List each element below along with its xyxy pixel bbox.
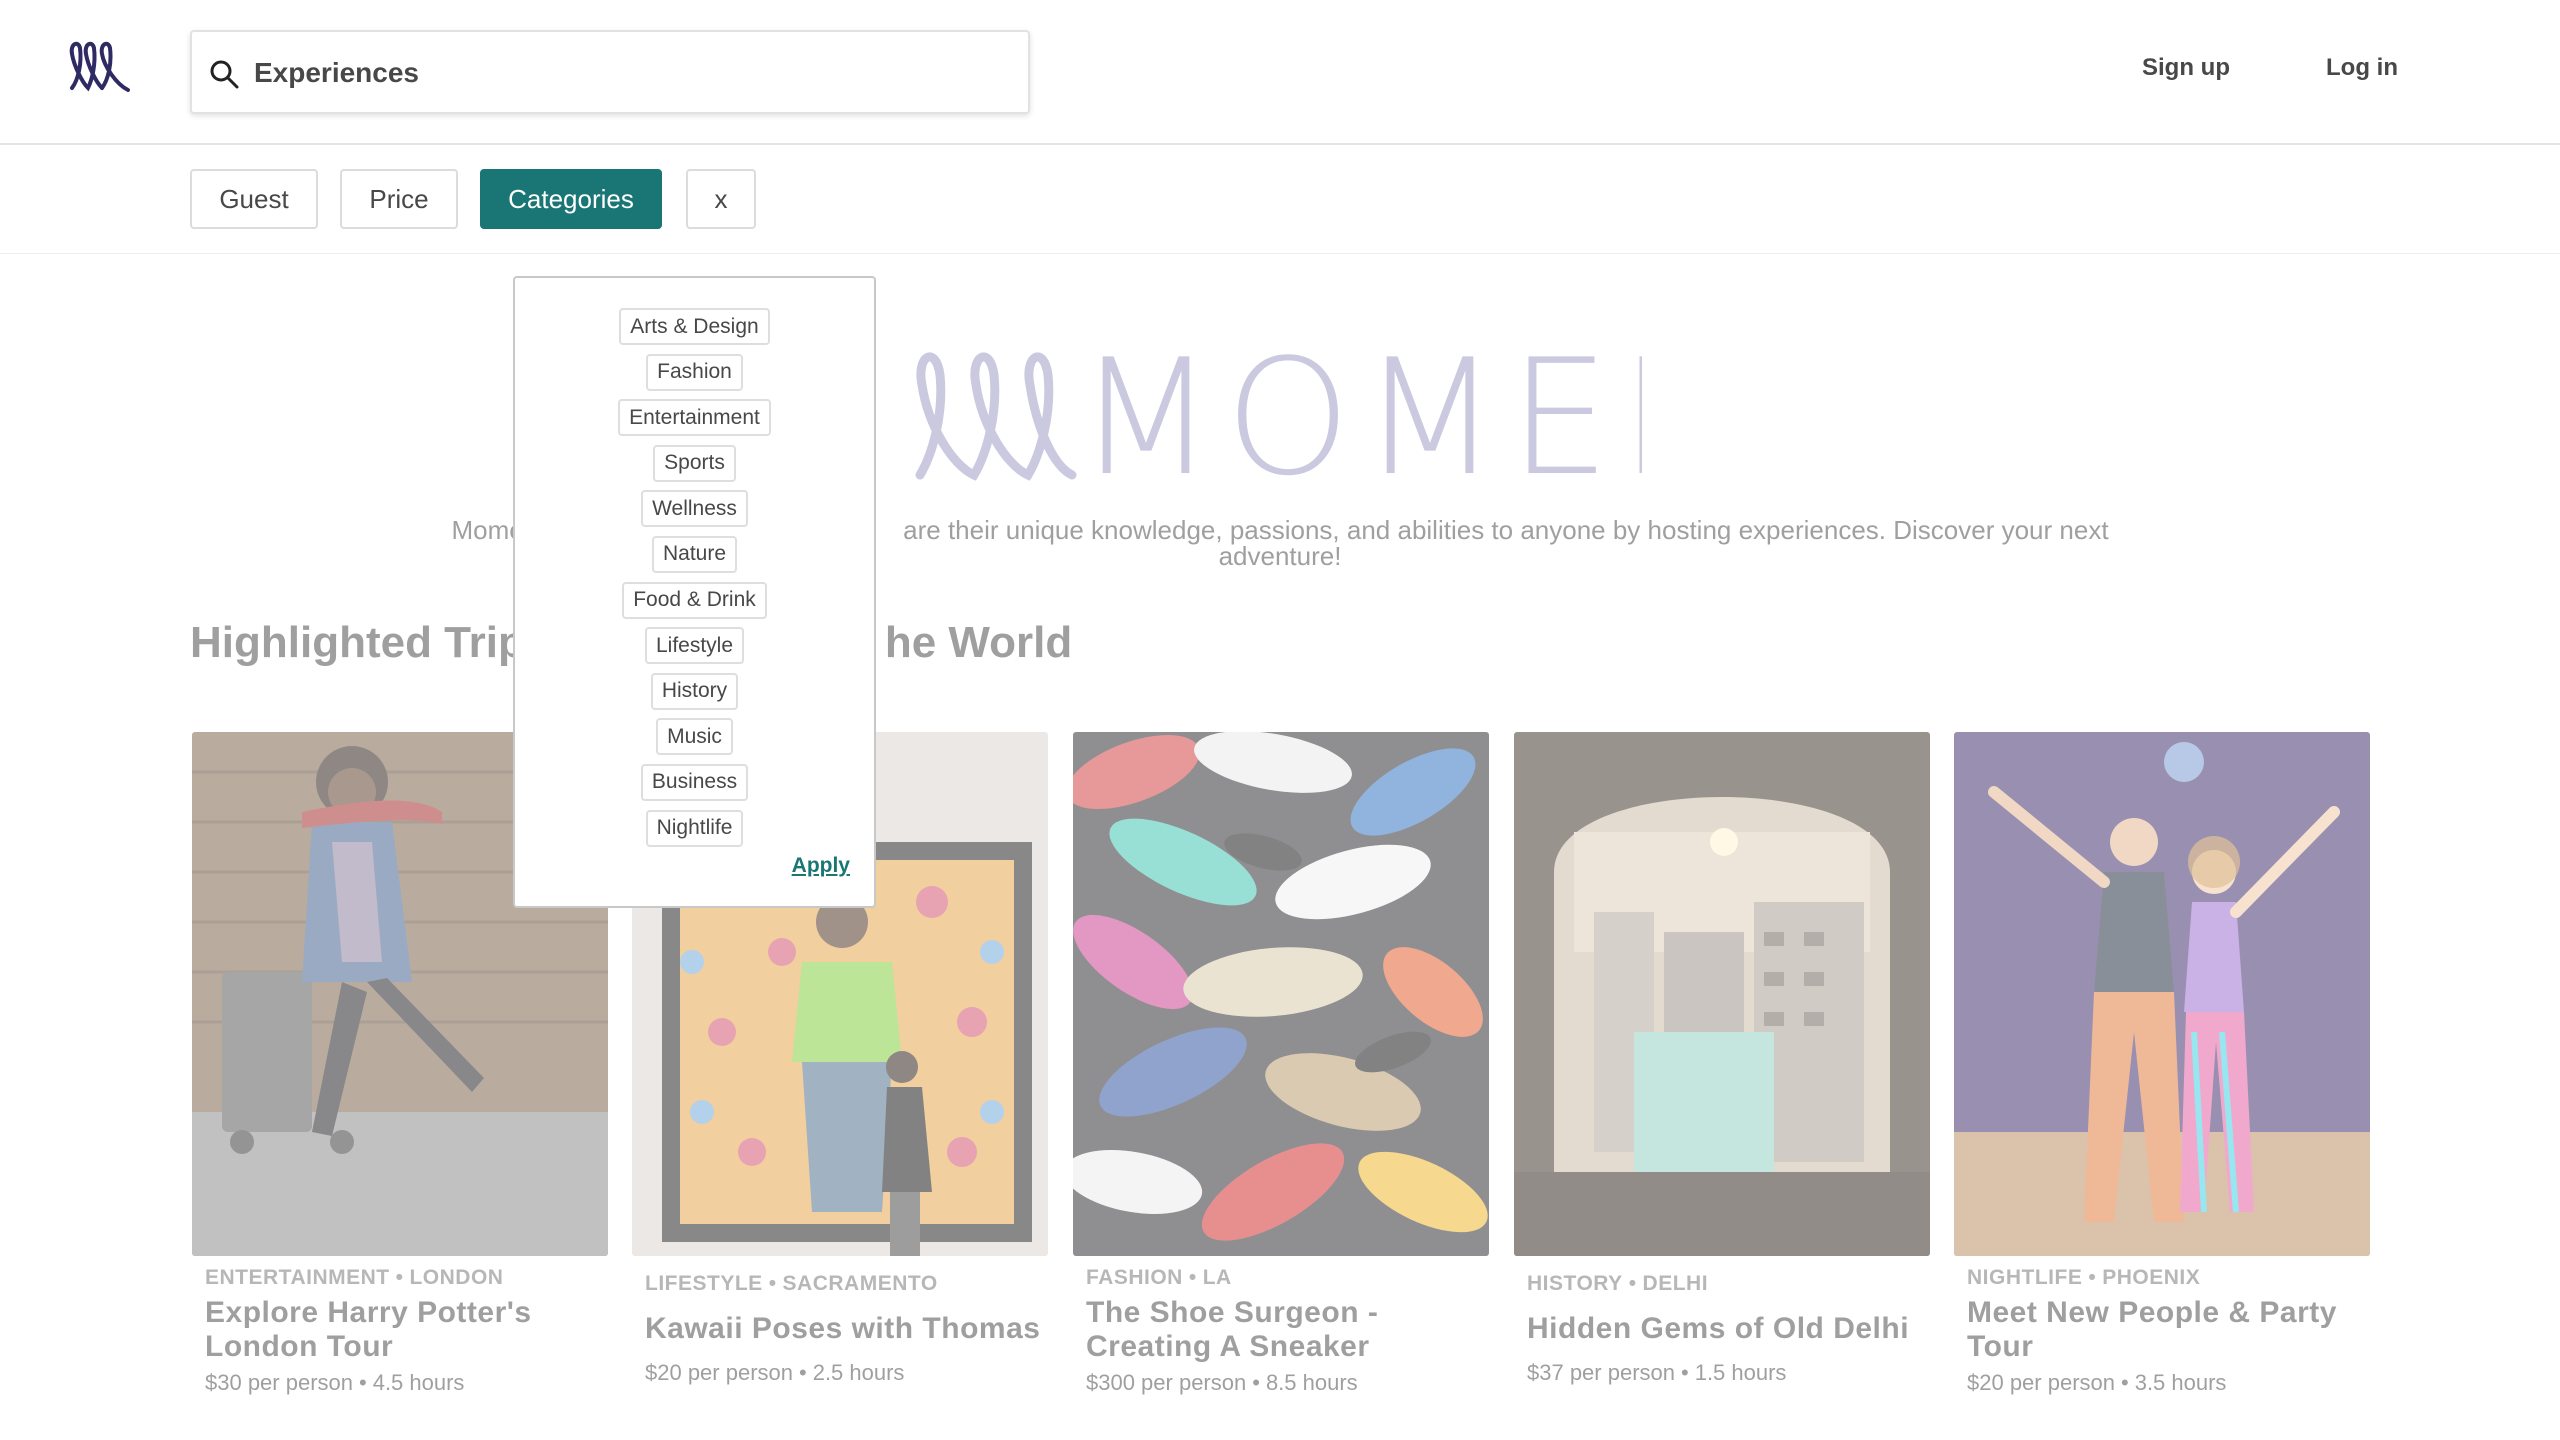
category-chip[interactable]: Food & Drink [622,581,767,619]
categories-filter-button[interactable]: Categories [480,169,662,229]
category-chip[interactable]: Lifestyle [644,627,745,665]
category-chip[interactable]: Arts & Design [619,308,770,345]
login-link[interactable]: Log in [2326,54,2398,82]
category-chip[interactable]: Sports [653,444,736,482]
signup-link[interactable]: Sign up [2142,54,2230,82]
category-chip[interactable]: Wellness [641,490,748,528]
category-chip[interactable]: Nature [651,535,738,573]
search-input[interactable] [254,44,1014,102]
price-filter-button[interactable]: Price [340,169,458,229]
search-bar[interactable] [190,30,1030,114]
category-chip[interactable]: History [650,672,739,710]
modal-backdrop[interactable] [0,255,2560,1440]
categories-dropdown: Arts & Design Fashion Entertainment Spor… [513,276,876,908]
top-navbar: Sign up Log in [0,0,2560,145]
guest-filter-button[interactable]: Guest [190,169,318,229]
category-chip[interactable]: Nightlife [645,809,744,847]
category-list: Arts & Design Fashion Entertainment Spor… [515,308,874,855]
category-chip[interactable]: Fashion [646,353,743,391]
search-icon [210,60,239,89]
category-chip[interactable]: Business [640,763,749,801]
filter-bar: Guest Price Categories x [0,146,2560,254]
clear-filters-button[interactable]: x [686,169,756,229]
apply-button[interactable]: Apply [792,854,850,878]
moment-logo-icon[interactable] [68,36,132,100]
category-chip[interactable]: Music [656,718,733,756]
category-chip[interactable]: Entertainment [618,399,771,437]
